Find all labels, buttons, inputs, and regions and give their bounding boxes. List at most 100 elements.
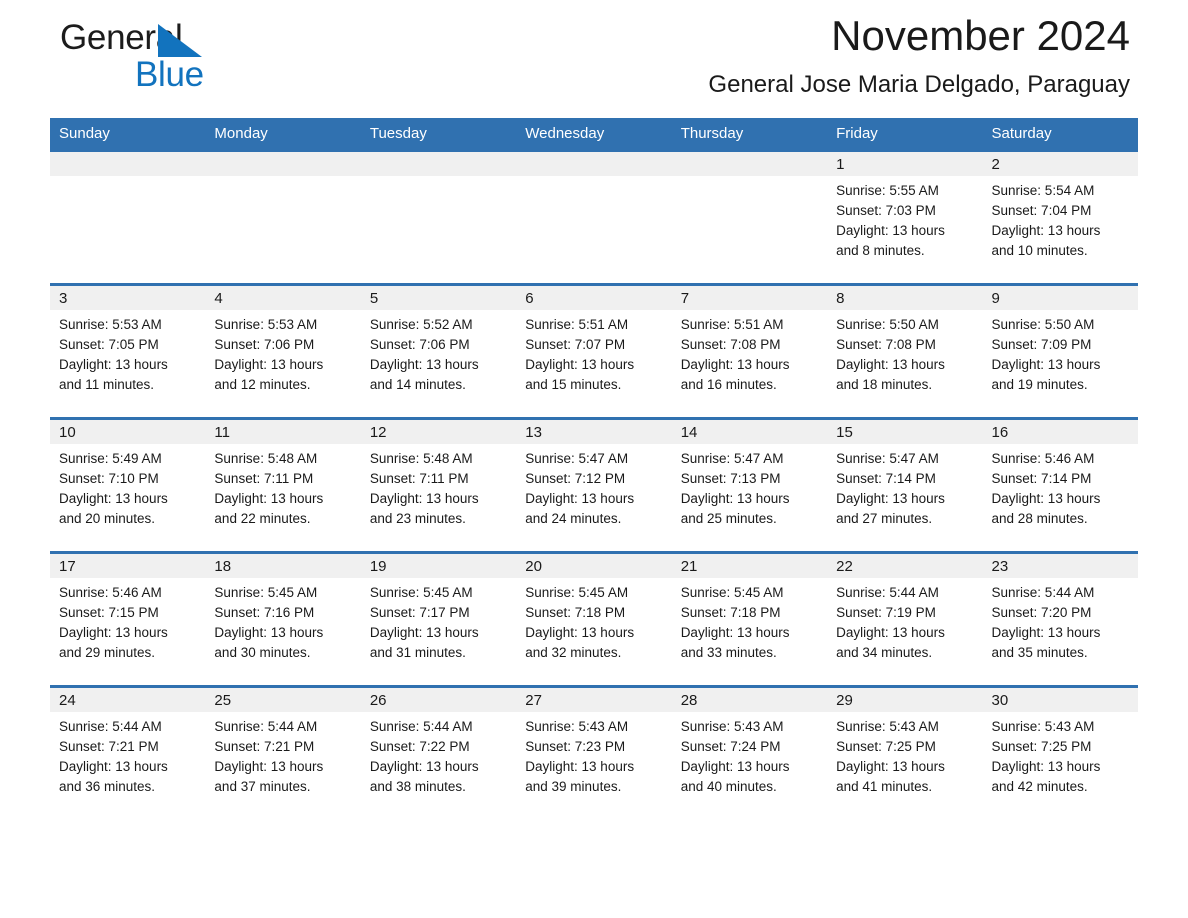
- calendar-day-cell[interactable]: 8 Sunrise: 5:50 AM Sunset: 7:08 PM Daylight…: [827, 283, 983, 419]
- day-detail-line: Sunset: 7:11 PM: [369, 471, 469, 486]
- calendar-day-cell[interactable]: 13 Sunrise: 5:47 AM Sunset: 7:12 PM Dayligh…: [516, 417, 672, 553]
- calendar-day-cell[interactable]: 24 Sunrise: 5:44 AM Sunset: 7:21 PM Dayligh…: [50, 685, 206, 819]
- day-number: 1: [836, 156, 845, 173]
- day-number: 26: [369, 692, 387, 709]
- calendar-day-cell[interactable]: 25 Sunrise: 5:44 AM Sunset: 7:21 PM Dayligh…: [205, 685, 361, 819]
- day-details: Sunrise: 5:43 AM Sunset: 7:24 PM Daylight:…: [672, 712, 827, 797]
- calendar-day-cell[interactable]: 20 Sunrise: 5:45 AM Sunset: 7:18 PM Dayligh…: [516, 551, 672, 687]
- day-details: Sunrise: 5:55 AM Sunset: 7:03 PM Daylight:…: [827, 176, 982, 261]
- day-detail-line: and 11 minutes.: [59, 377, 155, 392]
- calendar-day-cell[interactable]: 14 Sunrise: 5:47 AM Sunset: 7:13 PM Dayligh…: [671, 417, 828, 553]
- day-detail-line: Daylight: 13 hours: [369, 491, 479, 506]
- day-number-band: 1: [827, 152, 983, 176]
- calendar-day-cell[interactable]: 1 Sunrise: 5:55 AM Sunset: 7:03 PM Daylight…: [827, 149, 983, 285]
- calendar-day-cell[interactable]: 3 Sunrise: 5:53 AM Sunset: 7:05 PM Daylight…: [50, 283, 206, 419]
- day-number-band: 8: [827, 286, 983, 310]
- calendar-day-cell[interactable]: 19 Sunrise: 5:45 AM Sunset: 7:17 PM Dayligh…: [360, 551, 517, 687]
- day-number: 13: [525, 424, 542, 441]
- day-detail-line: Sunset: 7:14 PM: [991, 471, 1092, 486]
- calendar-day-cell[interactable]: 26 Sunrise: 5:44 AM Sunset: 7:22 PM Dayligh…: [360, 685, 517, 819]
- day-number-band: 17: [50, 554, 206, 578]
- calendar-day-cell[interactable]: 28 Sunrise: 5:43 AM Sunset: 7:24 PM Dayligh…: [671, 685, 828, 819]
- day-detail-line: and 32 minutes.: [525, 645, 622, 660]
- day-detail-line: and 8 minutes.: [836, 243, 925, 258]
- calendar-day-cell[interactable]: 16 Sunrise: 5:46 AM Sunset: 7:14 PM Dayligh…: [982, 417, 1138, 553]
- day-number-band: 20: [516, 554, 672, 578]
- day-number: 15: [836, 424, 853, 441]
- calendar-day-cell[interactable]: 7 Sunrise: 5:51 AM Sunset: 7:08 PM Daylight…: [671, 283, 828, 419]
- calendar-day-cell[interactable]: 6 Sunrise: 5:51 AM Sunset: 7:07 PM Daylight…: [516, 283, 672, 419]
- day-details: Sunrise: 5:46 AM Sunset: 7:14 PM Daylight:…: [983, 444, 1138, 529]
- calendar-body: 1 Sunrise: 5:55 AM Sunset: 7:03 PM Daylight…: [50, 149, 1138, 819]
- day-number: 22: [836, 558, 853, 575]
- day-number: 30: [991, 692, 1009, 709]
- calendar-day-cell[interactable]: 29 Sunrise: 5:43 AM Sunset: 7:25 PM Dayligh…: [827, 685, 983, 819]
- day-number: 27: [525, 692, 542, 709]
- brand-name-bottom: Blue: [135, 55, 204, 94]
- calendar-day-cell[interactable]: 10 Sunrise: 5:49 AM Sunset: 7:10 PM Dayligh…: [50, 417, 206, 553]
- day-details: Sunrise: 5:47 AM Sunset: 7:14 PM Daylight:…: [827, 444, 982, 529]
- calendar-day-cell[interactable]: 11 Sunrise: 5:48 AM Sunset: 7:11 PM Dayligh…: [205, 417, 361, 553]
- day-detail-line: Sunset: 7:05 PM: [59, 337, 159, 352]
- day-number: 9: [991, 290, 1000, 307]
- day-detail-line: Daylight: 13 hours: [836, 357, 945, 372]
- day-number: 21: [680, 558, 698, 575]
- day-detail-line: Sunrise: 5:47 AM: [680, 451, 784, 466]
- calendar-day-cell[interactable]: 9 Sunrise: 5:50 AM Sunset: 7:09 PM Daylight…: [982, 283, 1138, 419]
- day-detail-line: Sunrise: 5:48 AM: [369, 451, 473, 466]
- day-detail-line: Daylight: 13 hours: [525, 625, 635, 640]
- calendar-day-cell[interactable]: 23 Sunrise: 5:44 AM Sunset: 7:20 PM Dayligh…: [982, 551, 1138, 687]
- day-number-band: 26: [360, 688, 517, 712]
- day-number: 12: [369, 424, 387, 441]
- day-detail-line: and 10 minutes.: [991, 243, 1088, 258]
- calendar-day-cell[interactable]: 18 Sunrise: 5:45 AM Sunset: 7:16 PM Dayligh…: [205, 551, 361, 687]
- day-detail-line: Daylight: 13 hours: [59, 759, 168, 774]
- day-detail-line: Sunrise: 5:44 AM: [836, 585, 939, 600]
- day-detail-line: and 41 minutes.: [836, 779, 933, 794]
- day-details: [361, 176, 516, 181]
- day-detail-line: Sunrise: 5:46 AM: [59, 585, 162, 600]
- calendar-day-cell[interactable]: 17 Sunrise: 5:46 AM Sunset: 7:15 PM Dayligh…: [50, 551, 206, 687]
- day-detail-line: Sunrise: 5:52 AM: [369, 317, 473, 332]
- calendar-day-cell[interactable]: 27 Sunrise: 5:43 AM Sunset: 7:23 PM Dayligh…: [516, 685, 672, 819]
- day-detail-line: Sunrise: 5:55 AM: [836, 183, 939, 198]
- day-number-band: 16: [982, 420, 1138, 444]
- day-detail-line: Sunset: 7:14 PM: [836, 471, 936, 486]
- calendar-day-cell[interactable]: 5 Sunrise: 5:52 AM Sunset: 7:06 PM Daylight…: [360, 283, 517, 419]
- calendar-day-cell[interactable]: 30 Sunrise: 5:43 AM Sunset: 7:25 PM Dayligh…: [982, 685, 1138, 819]
- calendar-day-cell[interactable]: 12 Sunrise: 5:48 AM Sunset: 7:11 PM Dayligh…: [360, 417, 517, 553]
- day-number-band: 18: [205, 554, 361, 578]
- day-detail-line: Daylight: 13 hours: [680, 625, 790, 640]
- day-detail-line: and 29 minutes.: [59, 645, 156, 660]
- calendar-day-cell[interactable]: 4 Sunrise: 5:53 AM Sunset: 7:06 PM Daylight…: [205, 283, 361, 419]
- day-detail-line: Sunset: 7:18 PM: [525, 605, 626, 620]
- day-number-band: 30: [982, 688, 1138, 712]
- day-detail-line: Daylight: 13 hours: [214, 491, 324, 506]
- day-number-band: 24: [50, 688, 206, 712]
- day-detail-line: and 24 minutes.: [525, 511, 622, 526]
- calendar-day-cell[interactable]: 21 Sunrise: 5:45 AM Sunset: 7:18 PM Dayligh…: [671, 551, 828, 687]
- calendar-week-row: 24 Sunrise: 5:44 AM Sunset: 7:21 PM Dayligh…: [50, 685, 1138, 819]
- day-number-band: 15: [827, 420, 983, 444]
- day-details: Sunrise: 5:43 AM Sunset: 7:25 PM Daylight:…: [983, 712, 1138, 797]
- day-number-band: 2: [982, 152, 1138, 176]
- calendar-day-cell[interactable]: 15 Sunrise: 5:47 AM Sunset: 7:14 PM Dayligh…: [827, 417, 983, 553]
- day-number: 6: [525, 290, 534, 307]
- day-details: Sunrise: 5:46 AM Sunset: 7:15 PM Daylight:…: [50, 578, 205, 663]
- day-detail-line: Daylight: 13 hours: [369, 625, 479, 640]
- weekday-header-monday: Monday: [205, 118, 361, 151]
- day-detail-line: and 22 minutes.: [214, 511, 311, 526]
- day-number-band: [50, 152, 206, 176]
- page-title: November 2024: [831, 12, 1130, 59]
- day-detail-line: and 25 minutes.: [680, 511, 777, 526]
- day-detail-line: Daylight: 13 hours: [525, 357, 635, 372]
- general-blue-logo[interactable]: General Blue: [60, 18, 320, 98]
- day-number-band: 6: [516, 286, 672, 310]
- day-details: [205, 176, 360, 181]
- day-details: [50, 176, 205, 181]
- day-number: 3: [59, 290, 68, 307]
- calendar-day-cell[interactable]: 2 Sunrise: 5:54 AM Sunset: 7:04 PM Daylight…: [982, 149, 1138, 285]
- day-detail-line: and 28 minutes.: [991, 511, 1088, 526]
- day-detail-line: Sunset: 7:10 PM: [59, 471, 159, 486]
- calendar-day-cell[interactable]: 22 Sunrise: 5:44 AM Sunset: 7:19 PM Dayligh…: [827, 551, 983, 687]
